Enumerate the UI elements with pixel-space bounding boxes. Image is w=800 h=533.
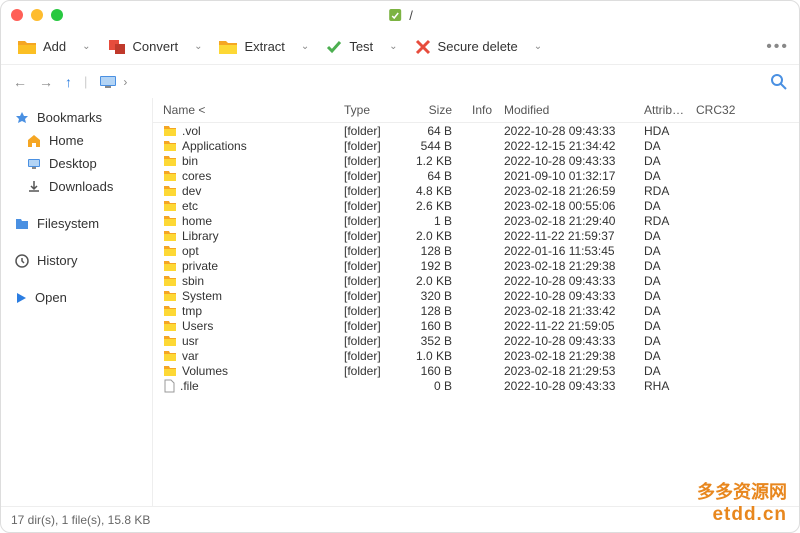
close-window-button[interactable] [11, 9, 23, 21]
file-row[interactable]: .file0 B2022-10-28 09:43:33RHA [153, 378, 799, 393]
file-row[interactable]: Users[folder]160 B2022-11-22 21:59:05DA [153, 318, 799, 333]
convert-dropdown[interactable]: ⌄ [188, 37, 208, 56]
file-row[interactable]: Volumes[folder]160 B2023-02-18 21:29:53D… [153, 363, 799, 378]
sidebar-desktop[interactable]: Desktop [1, 152, 152, 175]
file-row[interactable]: System[folder]320 B2022-10-28 09:43:33DA [153, 288, 799, 303]
extract-button[interactable]: Extract [212, 34, 290, 60]
window-controls [11, 9, 63, 21]
add-dropdown[interactable]: ⌄ [76, 37, 96, 56]
test-button[interactable]: Test [319, 34, 379, 60]
window-title-text: / [409, 8, 413, 23]
sidebar: Bookmarks Home Desktop Downloads Filesys… [1, 98, 153, 506]
secure-delete-dropdown[interactable]: ⌄ [528, 37, 548, 56]
maximize-window-button[interactable] [51, 9, 63, 21]
test-dropdown[interactable]: ⌄ [383, 37, 403, 56]
main-area: Bookmarks Home Desktop Downloads Filesys… [1, 98, 799, 506]
file-row[interactable]: dev[folder]4.8 KB2023-02-18 21:26:59RDA [153, 183, 799, 198]
sidebar-history[interactable]: History [1, 249, 152, 272]
sidebar-bookmarks[interactable]: Bookmarks [1, 106, 152, 129]
up-button[interactable]: ↑ [65, 74, 72, 90]
breadcrumb[interactable]: › [99, 75, 759, 89]
file-pane: Name < Type Size Info Modified Attrib… C… [153, 98, 799, 506]
test-icon [325, 38, 343, 56]
file-row[interactable]: .vol[folder]64 B2022-10-28 09:43:33HDA [153, 123, 799, 138]
minimize-window-button[interactable] [31, 9, 43, 21]
secure-delete-icon [414, 38, 432, 56]
titlebar: / [1, 1, 799, 29]
file-list: .vol[folder]64 B2022-10-28 09:43:33HDAAp… [153, 123, 799, 506]
secure-delete-button[interactable]: Secure delete [408, 34, 524, 60]
search-button[interactable] [771, 74, 787, 90]
file-row[interactable]: cores[folder]64 B2021-09-10 01:32:17DA [153, 168, 799, 183]
download-icon [27, 180, 41, 194]
computer-icon [99, 75, 117, 89]
statusbar: 17 dir(s), 1 file(s), 15.8 KB [1, 506, 799, 532]
window-title: / [387, 7, 413, 23]
add-button[interactable]: Add [11, 34, 72, 60]
col-size[interactable]: Size [398, 103, 458, 117]
file-header: Name < Type Size Info Modified Attrib… C… [153, 98, 799, 123]
file-row[interactable]: etc[folder]2.6 KB2023-02-18 00:55:06DA [153, 198, 799, 213]
toolbar: Add ⌄ Convert ⌄ Extract ⌄ Test ⌄ Secure … [1, 29, 799, 64]
file-row[interactable]: Library[folder]2.0 KB2022-11-22 21:59:37… [153, 228, 799, 243]
back-button[interactable]: ← [13, 74, 27, 90]
nav-separator: | [84, 74, 87, 89]
file-row[interactable]: private[folder]192 B2023-02-18 21:29:38D… [153, 258, 799, 273]
convert-icon [107, 38, 127, 56]
col-attrib[interactable]: Attrib… [638, 103, 690, 117]
file-row[interactable]: sbin[folder]2.0 KB2022-10-28 09:43:33DA [153, 273, 799, 288]
file-row[interactable]: usr[folder]352 B2022-10-28 09:43:33DA [153, 333, 799, 348]
file-row[interactable]: tmp[folder]128 B2023-02-18 21:33:42DA [153, 303, 799, 318]
sidebar-home[interactable]: Home [1, 129, 152, 152]
star-icon [15, 111, 29, 125]
search-icon [771, 74, 787, 90]
sidebar-open[interactable]: Open [1, 286, 152, 309]
col-modified[interactable]: Modified [498, 103, 638, 117]
navbar: ← → ↑ | › [1, 64, 799, 98]
col-info[interactable]: Info [458, 103, 498, 117]
file-row[interactable]: bin[folder]1.2 KB2022-10-28 09:43:33DA [153, 153, 799, 168]
status-text: 17 dir(s), 1 file(s), 15.8 KB [11, 513, 150, 527]
sidebar-filesystem[interactable]: Filesystem [1, 212, 152, 235]
forward-button[interactable]: → [39, 74, 53, 90]
file-row[interactable]: home[folder]1 B2023-02-18 21:29:40RDA [153, 213, 799, 228]
add-icon [17, 38, 37, 56]
sidebar-downloads[interactable]: Downloads [1, 175, 152, 198]
folder-icon [15, 218, 29, 230]
convert-button[interactable]: Convert [101, 34, 185, 60]
extract-icon [218, 38, 238, 56]
file-row[interactable]: Applications[folder]544 B2022-12-15 21:3… [153, 138, 799, 153]
col-type[interactable]: Type [338, 103, 398, 117]
play-icon [15, 292, 27, 304]
col-crc32[interactable]: CRC32 [690, 103, 741, 117]
home-icon [27, 134, 41, 148]
desktop-icon [27, 158, 41, 170]
file-row[interactable]: var[folder]1.0 KB2023-02-18 21:29:38DA [153, 348, 799, 363]
history-icon [15, 254, 29, 268]
app-icon [387, 7, 403, 23]
chevron-right-icon: › [123, 75, 127, 89]
file-row[interactable]: opt[folder]128 B2022-01-16 11:53:45DA [153, 243, 799, 258]
more-button[interactable]: ••• [766, 38, 789, 56]
watermark: 多多资源网 etdd.cn [697, 478, 787, 526]
col-name[interactable]: Name < [153, 103, 338, 117]
extract-dropdown[interactable]: ⌄ [295, 37, 315, 56]
